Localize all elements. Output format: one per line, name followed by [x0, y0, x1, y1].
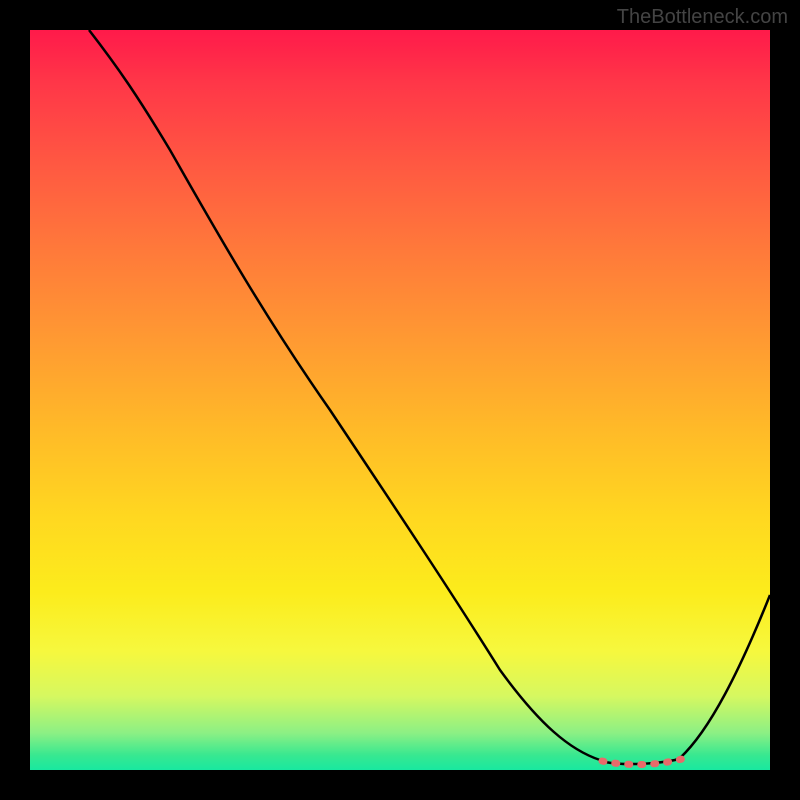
- plot-area: [30, 30, 770, 770]
- curve-overlay: [30, 30, 770, 770]
- watermark-text: TheBottleneck.com: [617, 6, 788, 29]
- chart-container: TheBottleneck.com: [0, 0, 800, 800]
- highlight-dotted-segment: [602, 759, 682, 765]
- bottleneck-curve-path: [89, 30, 770, 764]
